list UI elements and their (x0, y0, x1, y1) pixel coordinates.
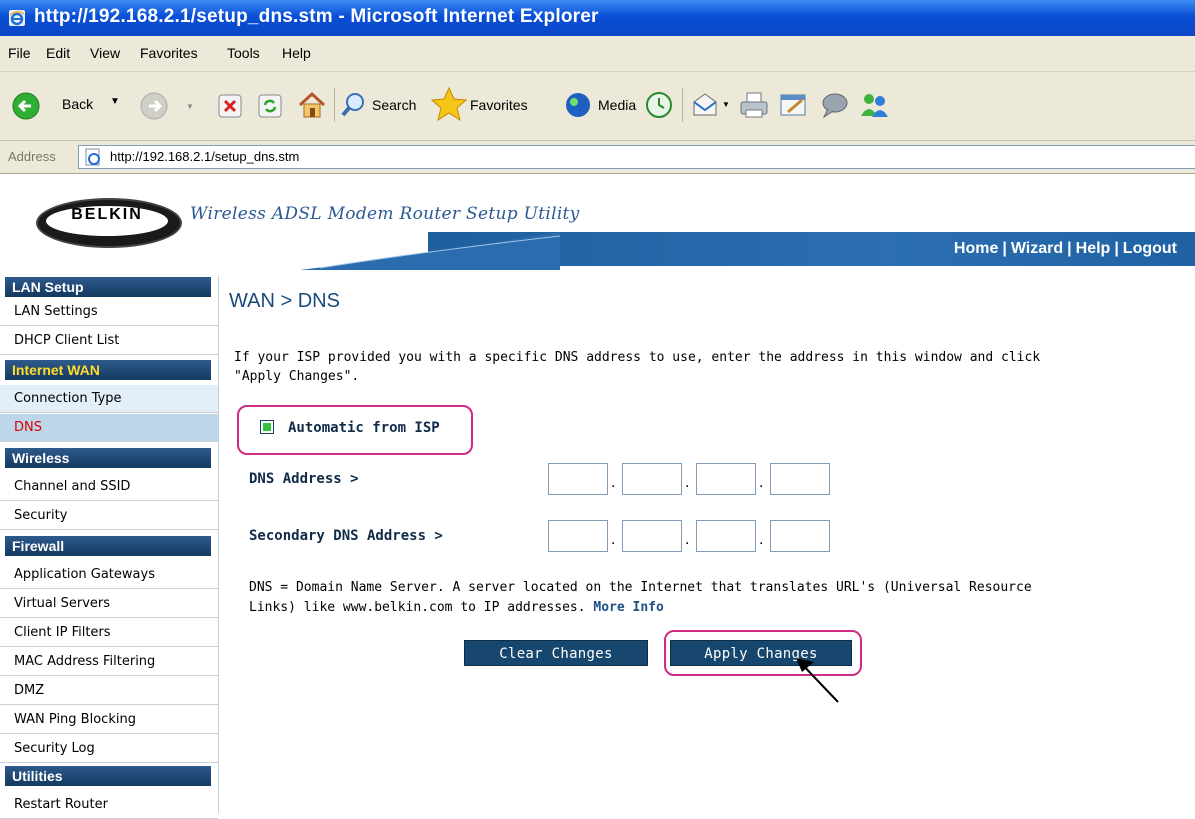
refresh-icon[interactable] (256, 92, 284, 120)
sidebar-item-virtual-servers[interactable]: Virtual Servers (0, 590, 218, 618)
top-navigation: Home | Wizard | Help | Logout (954, 240, 1177, 258)
pointer-arrow-icon (796, 658, 839, 703)
dot-separator: . (685, 475, 690, 491)
dns-address-label: DNS Address > (249, 471, 359, 487)
window-title-bar[interactable]: http://192.168.2.1/setup_dns.stm - Micro… (0, 0, 1195, 36)
belkin-logo: BELKIN (36, 198, 182, 248)
sidebar-item-restart-router[interactable]: Restart Router (0, 791, 218, 819)
menu-file[interactable]: File (8, 45, 31, 61)
nav-help[interactable]: Help (1076, 240, 1111, 257)
address-label: Address (8, 149, 56, 164)
discuss-icon[interactable] (818, 90, 850, 120)
back-label: Back (62, 96, 94, 112)
back-button[interactable]: Back ▼ (6, 88, 126, 124)
internet-explorer-icon (9, 10, 25, 26)
dns-octet-1[interactable] (548, 463, 608, 495)
search-icon[interactable] (340, 91, 368, 119)
more-info-link[interactable]: More Info (593, 600, 663, 615)
dot-separator: . (685, 532, 690, 548)
messenger-icon[interactable] (858, 90, 890, 120)
nav-separator: | (1002, 240, 1007, 257)
logo-text: BELKIN (46, 206, 168, 236)
nav-separator: | (1114, 240, 1119, 257)
nav-wizard[interactable]: Wizard (1011, 240, 1063, 257)
mail-dropdown-icon[interactable]: ▼ (722, 100, 730, 109)
sidebar-section-firewall: Firewall (5, 536, 211, 556)
banner-swoosh (300, 232, 560, 270)
sidebar-section-utilities: Utilities (5, 766, 211, 786)
secondary-dns-octet-4[interactable] (770, 520, 830, 552)
sidebar-item-channel-and-ssid[interactable]: Channel and SSID (0, 473, 218, 501)
clear-changes-button[interactable]: Clear Changes (464, 640, 648, 666)
dns-octet-4[interactable] (770, 463, 830, 495)
window-title: http://192.168.2.1/setup_dns.stm - Micro… (34, 6, 599, 27)
dot-separator: . (611, 532, 616, 548)
history-icon[interactable] (644, 90, 674, 120)
dns-octet-3[interactable] (696, 463, 756, 495)
sidebar-section-internet-wan: Internet WAN (5, 360, 211, 380)
sidebar-item-wan-ping-blocking[interactable]: WAN Ping Blocking (0, 706, 218, 734)
nav-logout[interactable]: Logout (1123, 240, 1177, 257)
address-bar: Address http://192.168.2.1/setup_dns.stm (0, 141, 1195, 174)
sidebar-item-client-ip-filters[interactable]: Client IP Filters (0, 619, 218, 647)
print-icon[interactable] (738, 90, 770, 120)
sidebar-item-connection-type[interactable]: Connection Type (0, 385, 218, 413)
edit-icon[interactable] (778, 90, 810, 120)
back-dropdown-icon[interactable]: ▼ (110, 96, 120, 107)
standard-toolbar: Back ▼ ▼ Search Favorites Media ▼ (0, 72, 1195, 141)
menu-view[interactable]: View (90, 45, 120, 61)
sidebar: LAN Setup LAN Settings DHCP Client List … (0, 276, 219, 819)
back-arrow-icon (12, 92, 40, 120)
mail-icon[interactable] (690, 90, 720, 120)
sidebar-section-wireless: Wireless (5, 448, 211, 468)
dot-separator: . (759, 532, 764, 548)
favorites-label[interactable]: Favorites (470, 97, 528, 113)
page-icon (85, 148, 100, 166)
sidebar-item-mac-address-filtering[interactable]: MAC Address Filtering (0, 648, 218, 676)
sidebar-item-dmz[interactable]: DMZ (0, 677, 218, 705)
media-icon[interactable] (562, 90, 594, 120)
forward-dropdown-icon[interactable]: ▼ (186, 102, 194, 111)
menu-edit[interactable]: Edit (46, 45, 70, 61)
sidebar-item-dns[interactable]: DNS (0, 414, 218, 442)
belkin-banner: BELKIN Wireless ADSL Modem Router Setup … (0, 178, 1195, 270)
favorites-star-icon[interactable] (430, 86, 468, 122)
menu-help[interactable]: Help (282, 45, 311, 61)
nav-home[interactable]: Home (954, 240, 998, 257)
product-name: Wireless ADSL Modem Router Setup Utility (190, 204, 580, 224)
menu-favorites[interactable]: Favorites (140, 45, 198, 61)
search-label[interactable]: Search (372, 97, 416, 113)
secondary-dns-octet-3[interactable] (696, 520, 756, 552)
sidebar-item-lan-settings[interactable]: LAN Settings (0, 298, 218, 326)
sidebar-item-dhcp-client-list[interactable]: DHCP Client List (0, 327, 218, 355)
secondary-dns-address-label: Secondary DNS Address > (249, 528, 443, 544)
secondary-dns-octet-1[interactable] (548, 520, 608, 552)
menu-bar: File Edit View Favorites Tools Help (0, 36, 1195, 72)
page-title: WAN > DNS (229, 290, 340, 312)
secondary-dns-octet-2[interactable] (622, 520, 682, 552)
address-url: http://192.168.2.1/setup_dns.stm (110, 149, 300, 164)
auto-from-isp-checkbox[interactable] (260, 420, 274, 434)
dot-separator: . (759, 475, 764, 491)
sidebar-section-lan-setup: LAN Setup (5, 277, 211, 297)
intro-text: If your ISP provided you with a specific… (234, 350, 1041, 384)
sidebar-item-application-gateways[interactable]: Application Gateways (0, 561, 218, 589)
media-label[interactable]: Media (598, 97, 636, 113)
stop-icon[interactable] (216, 92, 244, 120)
sidebar-item-security[interactable]: Security (0, 502, 218, 530)
dot-separator: . (611, 475, 616, 491)
dns-explanation: DNS = Domain Name Server. A server locat… (249, 578, 1069, 618)
nav-separator: | (1067, 240, 1072, 257)
home-icon[interactable] (296, 90, 328, 120)
forward-arrow-icon[interactable] (140, 92, 168, 120)
sidebar-item-security-log[interactable]: Security Log (0, 735, 218, 763)
auto-from-isp-label: Automatic from ISP (288, 420, 440, 436)
dns-octet-2[interactable] (622, 463, 682, 495)
menu-tools[interactable]: Tools (227, 45, 260, 61)
